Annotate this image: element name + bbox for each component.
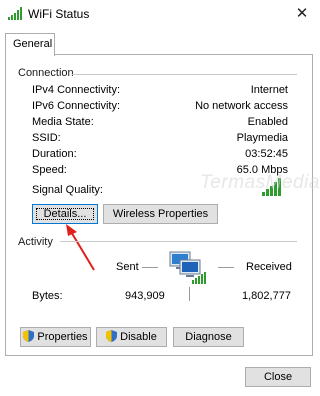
bytes-sent-value: 943,909: [125, 290, 165, 302]
signal-quality-label: Signal Quality:: [32, 184, 103, 196]
sent-line: [142, 267, 158, 268]
sent-label: Sent: [116, 261, 139, 273]
wifi-signal-icon: [8, 7, 24, 20]
ipv6-label: IPv6 Connectivity:: [32, 100, 121, 112]
disable-button[interactable]: Disable: [96, 327, 167, 347]
uac-shield-icon: [106, 330, 118, 342]
ipv4-label: IPv4 Connectivity:: [32, 84, 121, 96]
diagnose-button-label: Diagnose: [185, 331, 232, 343]
close-button-label: Close: [263, 371, 293, 383]
wireless-properties-button[interactable]: Wireless Properties: [103, 204, 218, 224]
ipv4-value: Internet: [250, 84, 288, 96]
activity-group-title: Activity: [18, 236, 53, 248]
diagnose-button[interactable]: Diagnose: [173, 327, 244, 347]
bytes-received-value: 1,802,777: [242, 290, 291, 302]
connection-group-title: Connection: [18, 67, 74, 79]
tab-label: General: [13, 38, 53, 50]
received-label: Received: [246, 261, 292, 273]
ipv6-value: No network access: [195, 100, 288, 112]
title-bar: WiFi Status ✕: [0, 0, 320, 28]
wireless-properties-label: Wireless Properties: [112, 208, 209, 220]
network-computers-icon: [168, 250, 212, 286]
bytes-divider: [189, 287, 190, 301]
speed-label: Speed:: [32, 164, 67, 176]
tab-general[interactable]: General: [5, 33, 55, 56]
uac-shield-icon: [23, 330, 35, 342]
duration-label: Duration:: [32, 148, 77, 160]
received-line: [218, 267, 234, 268]
media-state-value: Enabled: [247, 116, 288, 128]
window-title: WiFi Status: [28, 7, 90, 21]
properties-button[interactable]: Properties: [20, 327, 91, 347]
duration-value: 03:52:45: [245, 148, 288, 160]
disable-button-label: Disable: [120, 331, 157, 343]
connection-separator: [72, 74, 297, 75]
close-button[interactable]: Close: [245, 367, 311, 387]
properties-button-label: Properties: [37, 331, 88, 343]
watermark: TermasMedia: [200, 172, 320, 193]
bytes-label: Bytes:: [32, 290, 63, 302]
annotation-arrow: [66, 224, 95, 271]
activity-separator: [60, 241, 297, 242]
details-button[interactable]: Details...: [32, 204, 98, 224]
media-state-label: Media State:: [32, 116, 94, 128]
ssid-value: Playmedia: [236, 132, 288, 144]
close-icon[interactable]: ✕: [292, 4, 312, 24]
ssid-label: SSID:: [32, 132, 61, 144]
